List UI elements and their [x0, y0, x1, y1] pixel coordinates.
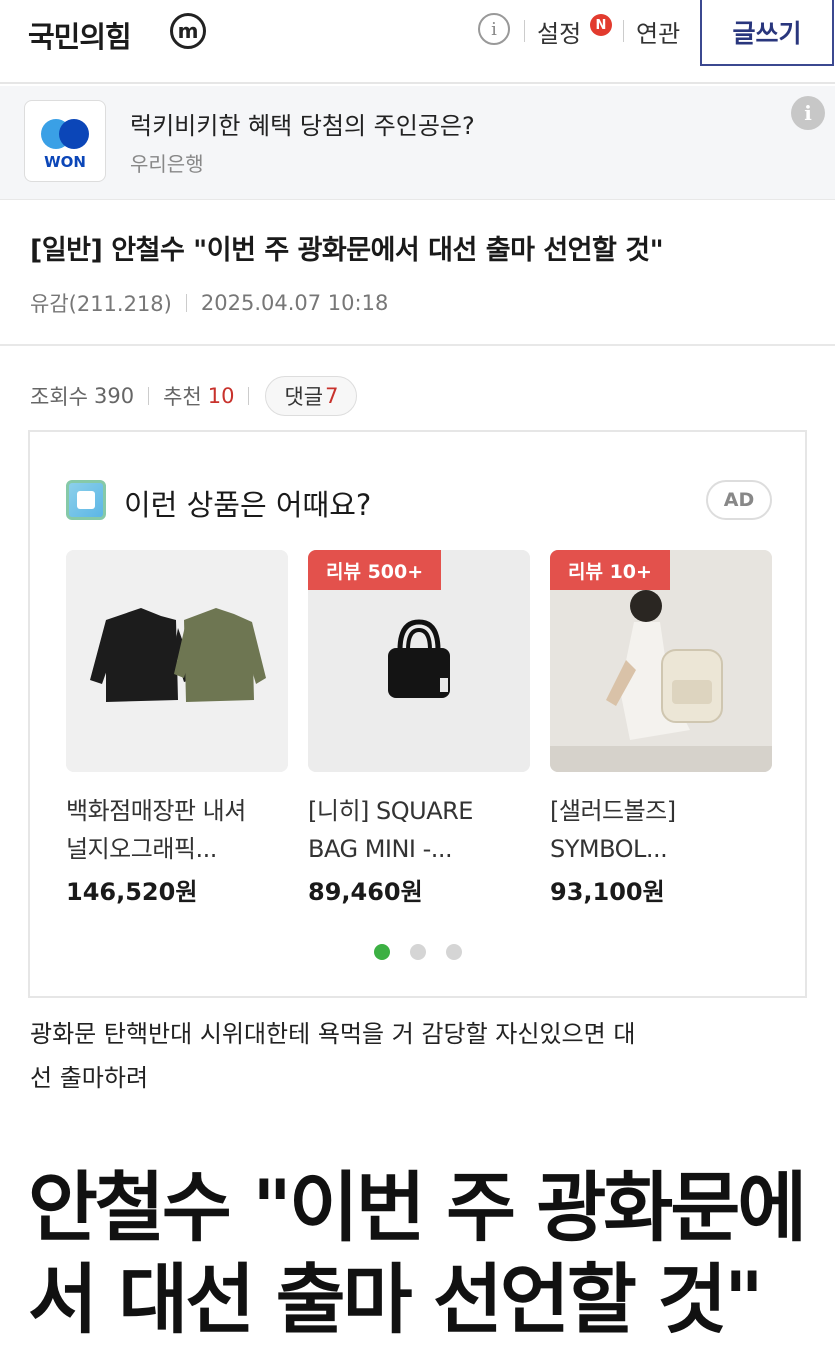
ad-heading: 이런 상품은 어때요? — [124, 488, 372, 522]
gallery-name[interactable]: 국민의힘 — [28, 14, 132, 56]
carousel-dot[interactable] — [410, 944, 426, 960]
product-card[interactable]: 리뷰 500+ [니히] SQUARE BAG MINI -... 89,460… — [308, 550, 530, 907]
info-icon[interactable]: i — [478, 13, 510, 45]
product-name[interactable]: [샐러드볼즈] SYMBOL... — [550, 792, 772, 868]
carousel-dot[interactable] — [446, 944, 462, 960]
comments-label: 댓글 — [284, 385, 324, 409]
views-count: 390 — [93, 384, 135, 408]
product-image[interactable] — [66, 550, 288, 772]
article-headline-image: 안철수 "이번 주 광화문에 서 대선 출마 선언할 것" — [28, 1163, 807, 1344]
ad-tag[interactable]: AD — [706, 480, 772, 520]
shopping-icon — [66, 480, 106, 520]
jacket-image-icon — [66, 550, 288, 772]
product-image[interactable]: 리뷰 10+ — [550, 550, 772, 772]
meta-divider — [185, 294, 187, 312]
header-divider — [623, 20, 624, 42]
product-price: 146,520원 — [66, 878, 198, 906]
banner-ad[interactable]: WON 럭키비키한 혜택 당첨의 주인공은? 우리은행 i — [0, 86, 835, 200]
recommend-count: 10 — [207, 384, 235, 408]
section-divider — [0, 344, 835, 346]
product-name[interactable]: [니히] SQUARE BAG MINI -... — [308, 792, 530, 868]
logo-text: WON — [44, 153, 86, 171]
top-header: 국민의힘 m i 설정 N 연관 글쓰기 — [0, 0, 835, 84]
product-name[interactable]: 백화점매장판 내셔 널지오그래픽... — [66, 792, 288, 868]
comments-button[interactable]: 댓글 7 — [265, 376, 358, 416]
recommend-label: 추천 — [163, 385, 202, 409]
post-datetime: 2025.04.07 10:18 — [200, 291, 389, 315]
product-price: 93,100원 — [550, 878, 665, 906]
views-label: 조회수 — [30, 385, 88, 409]
review-badge: 리뷰 10+ — [550, 550, 670, 590]
logo-circle-icon — [59, 119, 89, 149]
woori-won-logo: WON — [24, 100, 106, 182]
stats-divider — [148, 387, 150, 405]
post-title: [일반] 안철수 "이번 주 광화문에서 대선 출마 선언할 것" — [30, 235, 664, 266]
product-image[interactable]: 리뷰 500+ — [308, 550, 530, 772]
related-button[interactable]: 연관 — [636, 14, 680, 49]
ad-info-icon[interactable]: i — [791, 96, 825, 130]
product-recommendation-ad: 이런 상품은 어때요? AD 백화점매장판 내셔 널지오그래픽... 146,5… — [28, 430, 807, 998]
product-card[interactable]: 리뷰 10+ [샐러드볼즈] SYMBOL... 93,100원 — [550, 550, 772, 907]
minor-gallery-icon: m — [170, 13, 206, 49]
review-badge: 리뷰 500+ — [308, 550, 442, 590]
post-meta: 유감(211.218) 2025.04.07 10:18 — [30, 288, 388, 318]
settings-button[interactable]: 설정 — [537, 14, 581, 49]
comments-count: 7 — [325, 384, 339, 408]
post-body-text: 광화문 탄핵반대 시위대한테 욕먹을 거 감당할 자신있으면 대 선 출마하려 — [30, 1020, 636, 1092]
carousel-dot[interactable] — [374, 944, 390, 960]
post-author[interactable]: 유감(211.218) — [30, 288, 172, 318]
carousel-pagination — [374, 944, 462, 960]
stats-divider — [248, 387, 250, 405]
header-divider — [524, 20, 525, 42]
banner-title[interactable]: 럭키비키한 혜택 당첨의 주인공은? — [130, 106, 475, 141]
post-stats: 조회수 390 추천 10 댓글 7 — [30, 376, 358, 416]
new-badge: N — [590, 14, 612, 36]
banner-advertiser: 우리은행 — [130, 152, 204, 176]
product-price: 89,460원 — [308, 878, 423, 906]
product-card[interactable]: 백화점매장판 내셔 널지오그래픽... 146,520원 — [66, 550, 288, 907]
write-post-button[interactable]: 글쓰기 — [700, 0, 834, 66]
